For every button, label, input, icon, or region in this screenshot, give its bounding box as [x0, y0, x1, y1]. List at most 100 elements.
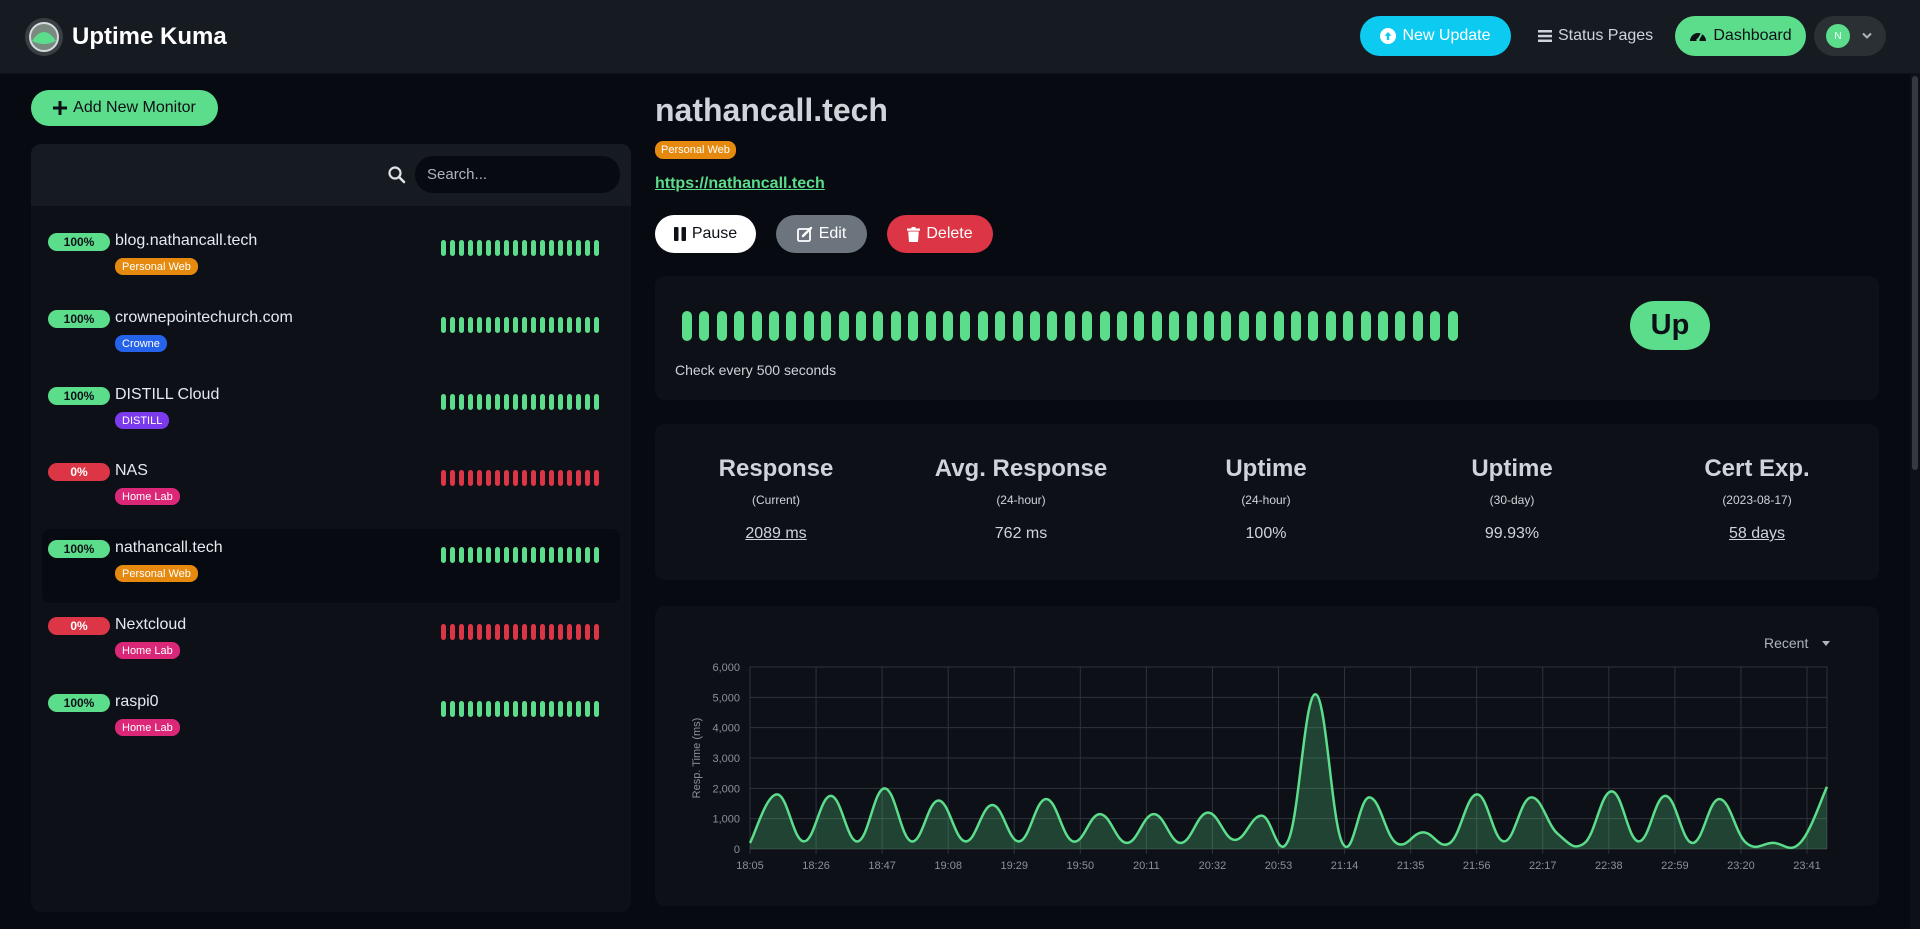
- heartbeat-tick: [1273, 311, 1284, 341]
- heartbeat-tick: [716, 311, 727, 341]
- monitor-list-panel: 100%blog.nathancall.techPersonal Web100%…: [31, 144, 631, 912]
- trash-icon: [907, 226, 921, 242]
- status-pages-label: Status Pages: [1558, 27, 1654, 44]
- delete-label: Delete: [926, 225, 973, 242]
- heartbeat-tick: [504, 317, 509, 333]
- avatar: N: [1826, 24, 1850, 48]
- x-tick-label: 18:47: [868, 860, 896, 872]
- edit-button[interactable]: Edit: [776, 215, 867, 253]
- heartbeat-tick: [549, 240, 554, 256]
- heartbeat-tick: [576, 624, 581, 640]
- heartbeat-bar: [682, 311, 1458, 341]
- heartbeat-tick: [477, 317, 482, 333]
- profile-dropdown[interactable]: N: [1814, 16, 1886, 56]
- x-tick-label: 21:56: [1463, 860, 1491, 872]
- heartbeat-tick: [477, 394, 482, 410]
- stat-block: Response (Current) 2089 ms: [656, 455, 896, 543]
- uptime-percent-badge: 100%: [48, 310, 110, 328]
- monitor-tag: Personal Web: [115, 565, 198, 582]
- monitor-list-item[interactable]: 100% crownepointechurch.com Crowne: [42, 299, 620, 373]
- scrollbar-thumb[interactable]: [1912, 76, 1918, 470]
- top-navbar: Uptime Kuma New Update Status Pages Dash…: [0, 0, 1920, 74]
- new-update-button[interactable]: New Update: [1360, 16, 1511, 56]
- pause-button[interactable]: Pause: [655, 215, 756, 253]
- monitor-list-item[interactable]: 100% raspi0 Home Lab: [42, 683, 620, 757]
- heartbeat-tick: [576, 240, 581, 256]
- monitor-list-item[interactable]: 0% Nextcloud Home Lab: [42, 606, 620, 680]
- stat-title: Uptime: [1225, 455, 1307, 482]
- heartbeat-tick: [468, 624, 473, 640]
- monitor-tag: Crowne: [115, 335, 167, 352]
- status-pages-link[interactable]: Status Pages: [1538, 24, 1653, 48]
- heartbeat-tick: [558, 547, 563, 563]
- response-chart-card: Recent 0 1,000 2,000 3,000 4,000 5,000 6,000 18…: [655, 606, 1879, 906]
- search-bar: [31, 144, 631, 206]
- uptime-percent-badge: 100%: [48, 387, 110, 405]
- heartbeat-tick: [531, 394, 536, 410]
- pause-label: Pause: [691, 225, 738, 242]
- heartbeat-tick: [522, 470, 527, 486]
- heartbeat-tick: [540, 547, 545, 563]
- chevron-down-icon: [1862, 32, 1872, 39]
- stat-block: Uptime (24-hour) 100%: [1146, 455, 1386, 543]
- page-scrollbar[interactable]: [1910, 74, 1920, 929]
- heartbeat-tick: [522, 701, 527, 717]
- y-tick-label: 1,000: [712, 814, 740, 826]
- y-tick-label: 3,000: [712, 753, 740, 765]
- uptime-percent-badge: 100%: [48, 540, 110, 558]
- heartbeat-tick: [486, 624, 491, 640]
- heartbeat-tick: [1308, 311, 1319, 341]
- x-tick-label: 22:59: [1661, 860, 1689, 872]
- monitor-url-link[interactable]: https://nathancall.tech: [655, 175, 825, 193]
- heartbeat-tick: [540, 394, 545, 410]
- heartbeat-tick: [1204, 311, 1214, 341]
- heartbeat-tick: [450, 701, 455, 717]
- heartbeat-tick: [441, 547, 446, 563]
- delete-button[interactable]: Delete: [887, 215, 993, 253]
- monitor-name: crownepointechurch.com: [115, 309, 293, 326]
- search-input[interactable]: [415, 156, 620, 193]
- monitor-list-item[interactable]: 100% DISTILL Cloud DISTILL: [42, 376, 620, 450]
- heartbeat-tick: [459, 470, 464, 486]
- stat-value[interactable]: 58 days: [1637, 525, 1877, 543]
- monitor-list-item[interactable]: 100% nathancall.tech Personal Web: [42, 529, 620, 603]
- heartbeat-tick: [1169, 311, 1180, 341]
- monitor-list-item[interactable]: 100% blog.nathancall.tech Personal Web: [42, 222, 620, 296]
- heartbeat-tick: [558, 240, 563, 256]
- heartbeat-tick: [585, 470, 590, 486]
- y-tick-label: 4,000: [712, 723, 740, 735]
- monitor-name: DISTILL Cloud: [115, 386, 220, 403]
- stat-value[interactable]: 2089 ms: [656, 525, 896, 543]
- heartbeat-tick: [441, 317, 446, 333]
- uptime-kuma-logo[interactable]: [24, 17, 64, 57]
- mini-heartbeat-bar: [441, 547, 606, 563]
- x-tick-label: 23:41: [1793, 860, 1821, 872]
- dashboard-button[interactable]: Dashboard: [1675, 16, 1806, 56]
- heartbeat-tick: [576, 701, 581, 717]
- app-title[interactable]: Uptime Kuma: [72, 23, 227, 51]
- heartbeat-tick: [585, 547, 590, 563]
- heartbeat-tick: [1360, 311, 1371, 341]
- list-icon: [1538, 30, 1552, 42]
- x-tick-label: 19:50: [1067, 860, 1095, 872]
- heartbeat-tick: [594, 317, 599, 333]
- heartbeat-tick: [594, 394, 599, 410]
- heartbeat-tick: [540, 624, 545, 640]
- heartbeat-tick: [513, 701, 518, 717]
- stat-title: Avg. Response: [934, 455, 1108, 482]
- heartbeat-tick: [594, 701, 599, 717]
- heartbeat-tick: [585, 394, 590, 410]
- monitor-title: nathancall.tech: [655, 92, 888, 128]
- heartbeat-tick: [468, 547, 473, 563]
- add-new-monitor-button[interactable]: Add New Monitor: [31, 90, 218, 126]
- heartbeat-tick: [522, 394, 527, 410]
- heartbeat-tick: [549, 547, 554, 563]
- monitor-name: NAS: [115, 462, 148, 479]
- heartbeat-tick: [567, 547, 572, 563]
- new-update-label: New Update: [1402, 27, 1491, 44]
- heartbeat-tick: [495, 317, 500, 333]
- heartbeat-tick: [1412, 311, 1423, 341]
- monitor-list-item[interactable]: 0% NAS Home Lab: [42, 452, 620, 526]
- heartbeat-tick: [459, 624, 464, 640]
- heartbeat-tick: [468, 240, 473, 256]
